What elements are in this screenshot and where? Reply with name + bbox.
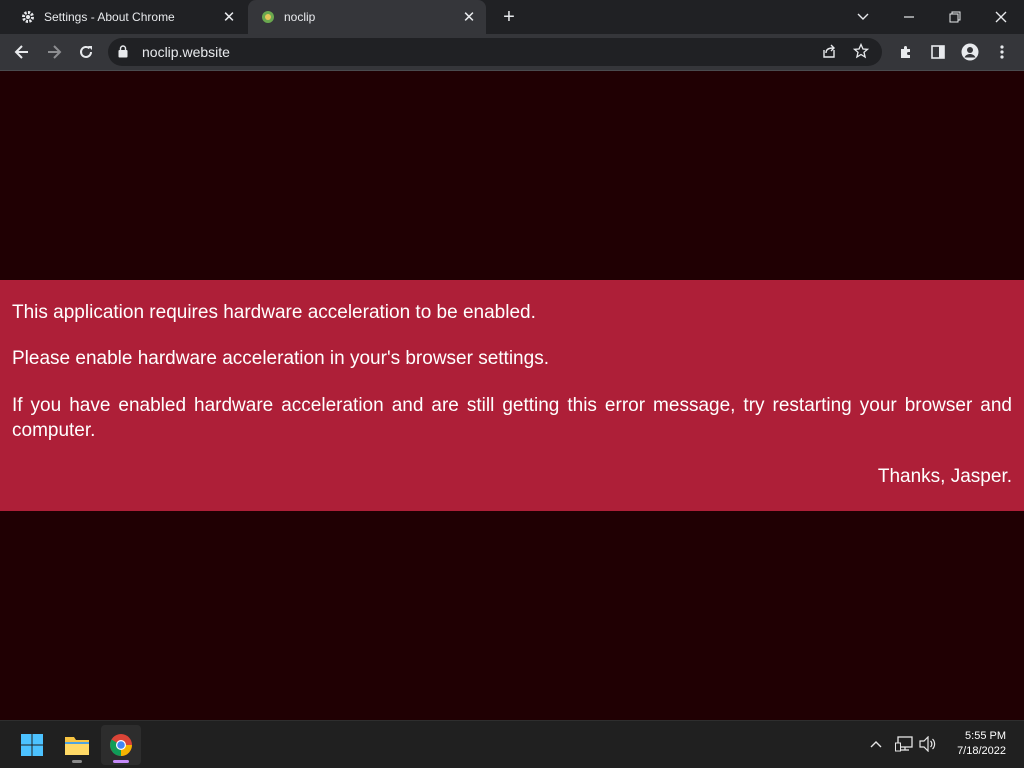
taskbar-clock[interactable]: 5:55 PM 7/18/2022: [957, 729, 1006, 759]
address-bar[interactable]: noclip.website: [108, 38, 882, 66]
restore-icon[interactable]: [932, 0, 978, 34]
gear-icon: [20, 9, 36, 25]
profile-icon[interactable]: [956, 38, 984, 66]
extensions-icon[interactable]: [892, 38, 920, 66]
error-message-line: This application requires hardware accel…: [12, 302, 536, 323]
close-window-icon[interactable]: [978, 0, 1024, 34]
running-indicator: [72, 760, 82, 763]
signature-line: Thanks, Jasper.: [877, 466, 1012, 487]
forward-arrow-icon[interactable]: [40, 38, 68, 66]
menu-kebab-icon[interactable]: [988, 38, 1016, 66]
url-text[interactable]: noclip.website: [142, 44, 230, 60]
new-tab-button[interactable]: +: [497, 5, 521, 29]
clock-time: 5:55 PM: [965, 730, 1006, 742]
file-explorer-icon[interactable]: [57, 725, 97, 765]
error-banner: This application requires hardware accel…: [0, 280, 1024, 511]
error-message-line: If you have enabled hardware acceleratio…: [12, 395, 1012, 441]
noclip-favicon-icon: [260, 9, 276, 25]
network-icon[interactable]: [893, 733, 915, 755]
active-indicator: [113, 760, 129, 763]
back-arrow-icon[interactable]: [8, 38, 36, 66]
error-message-line: Please enable hardware acceleration in y…: [12, 348, 549, 369]
volume-icon[interactable]: [917, 733, 939, 755]
chevron-up-icon[interactable]: [865, 733, 887, 755]
tab-title: Settings - About Chrome: [44, 10, 175, 24]
reload-icon[interactable]: [72, 38, 100, 66]
lock-icon[interactable]: [118, 45, 128, 63]
side-panel-icon[interactable]: [924, 38, 952, 66]
bookmark-star-icon[interactable]: [852, 42, 870, 64]
share-icon[interactable]: [821, 43, 837, 64]
browser-toolbar: noclip.website: [0, 34, 1024, 71]
minimize-icon[interactable]: [886, 0, 932, 34]
tab-settings[interactable]: Settings - About Chrome ✕: [8, 0, 246, 34]
close-tab-icon[interactable]: ✕: [218, 6, 240, 28]
page-content: This application requires hardware accel…: [0, 71, 1024, 720]
start-icon[interactable]: [12, 725, 52, 765]
clock-date: 7/18/2022: [957, 745, 1006, 757]
tab-search-icon[interactable]: [840, 0, 886, 34]
tab-strip: Settings - About Chrome ✕ noclip ✕ +: [0, 0, 1024, 34]
close-tab-icon[interactable]: ✕: [458, 6, 480, 28]
tab-title: noclip: [284, 10, 316, 24]
tab-noclip[interactable]: noclip ✕: [248, 0, 486, 34]
chrome-icon[interactable]: [101, 725, 141, 765]
taskbar: 5:55 PM 7/18/2022: [0, 720, 1024, 768]
